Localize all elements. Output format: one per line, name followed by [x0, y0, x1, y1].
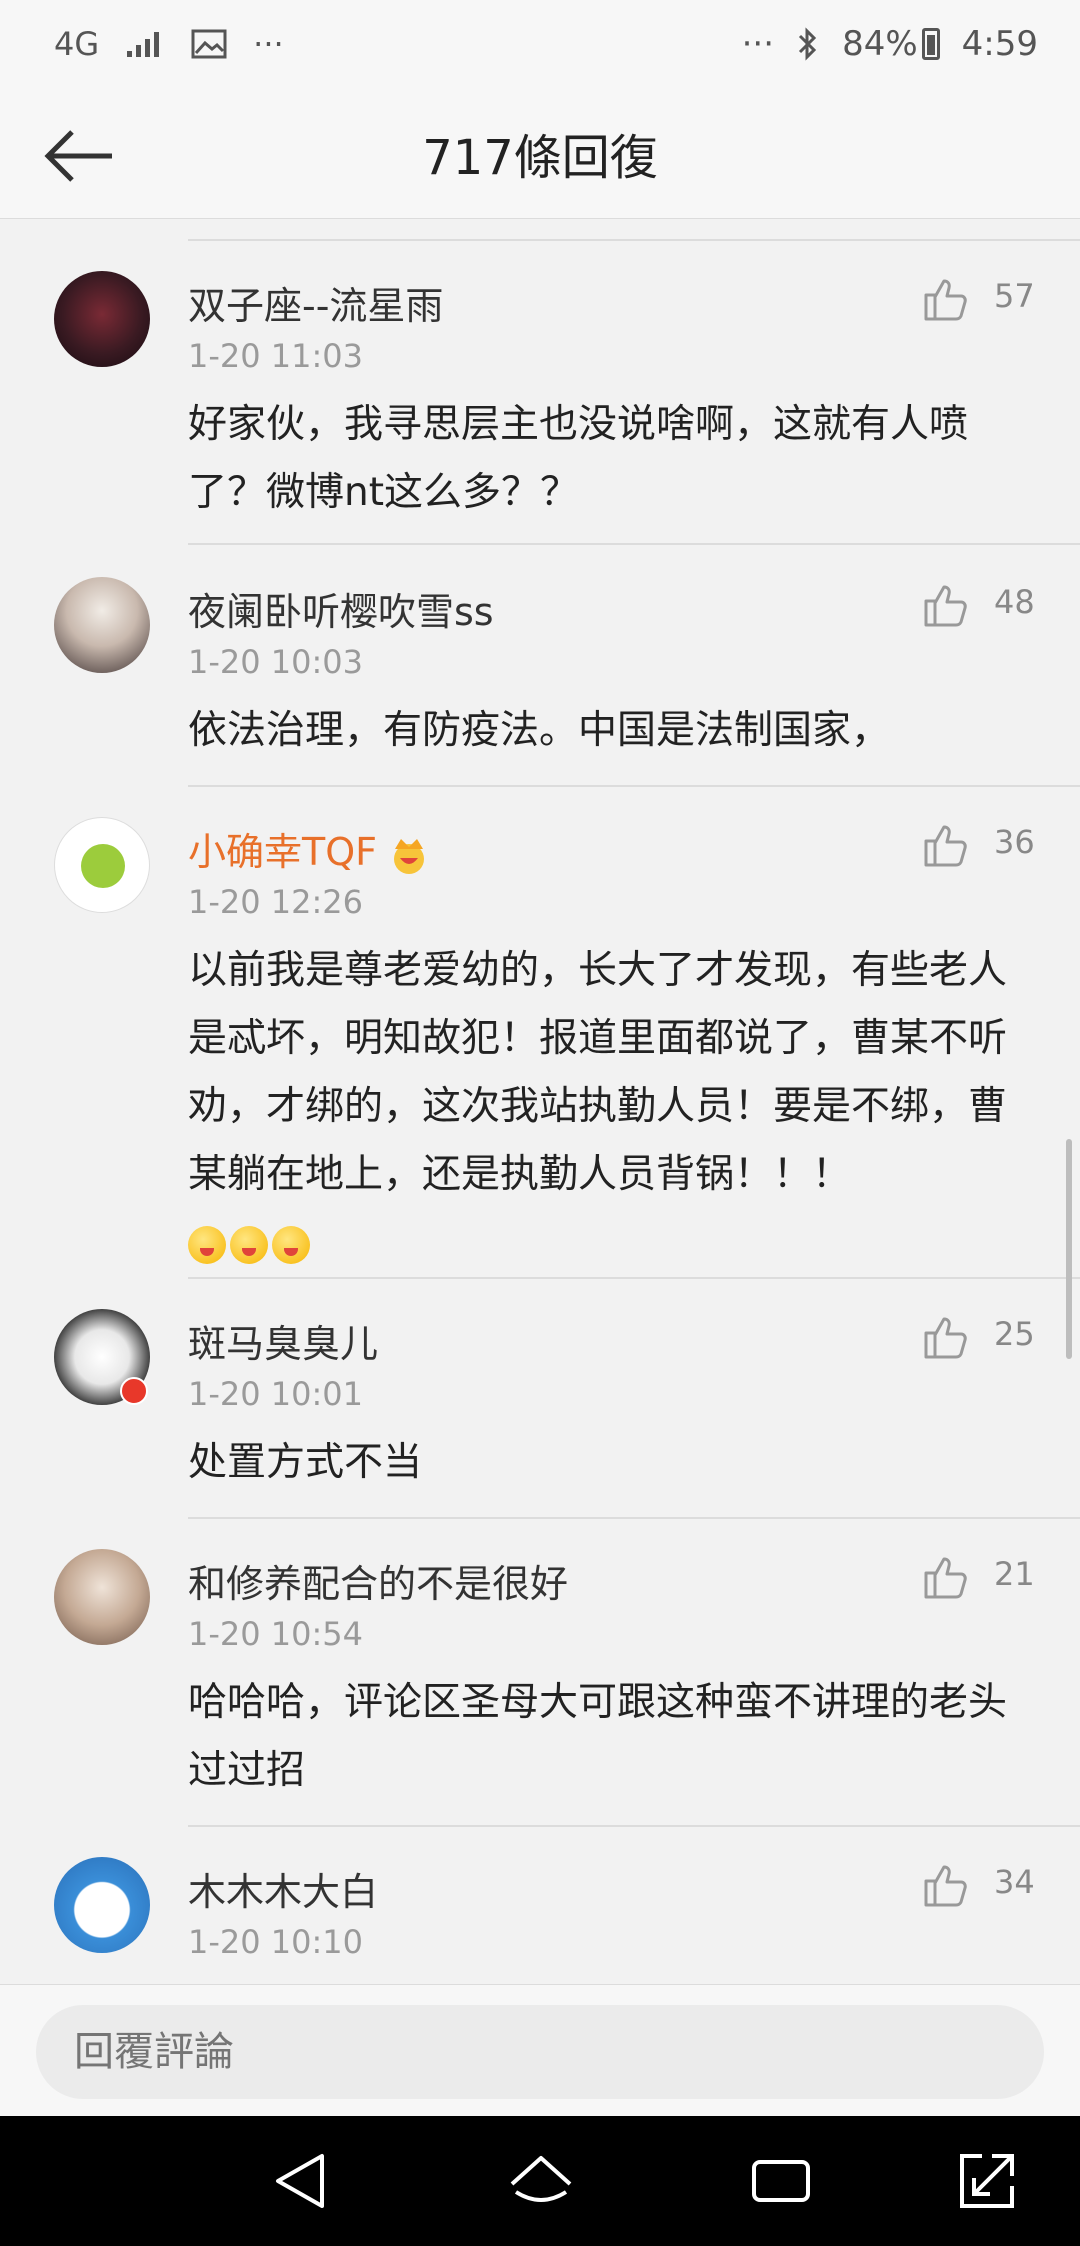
like-count: 21	[994, 1555, 1035, 1593]
comment-item: 小确幸TQF 1-20 12:26 36 以前我是尊老爱幼的，长大了才发现，有些…	[0, 787, 1080, 1279]
image-icon	[191, 29, 227, 59]
comment-content-block: 以前我是尊老爱幼的，长大了才发现，有些老人是忒坏，明知故犯！报道里面都说了，曹某…	[188, 937, 1038, 1277]
like-count: 57	[994, 277, 1035, 315]
thumbs-up-icon[interactable]	[922, 1313, 970, 1361]
avatar[interactable]	[54, 1857, 150, 1953]
page-title: 717條回復	[422, 130, 658, 186]
avatar[interactable]	[54, 271, 150, 367]
comment-item: 夜阑卧听樱吹雪ss 1-20 10:03 48 依法治理，有防疫法。中国是法制国…	[0, 547, 1080, 787]
status-bar: 4G ··· ··· 84% 4:59	[0, 0, 1080, 88]
like-count: 36	[994, 823, 1035, 861]
thumbs-up-icon[interactable]	[922, 275, 970, 323]
avatar-bird-shape	[81, 844, 125, 888]
battery-percent: 84%	[842, 24, 918, 64]
comment-list[interactable]: 双子座--流星雨 1-20 11:03 57 好家伙，我寻思层主也没说啥啊，这就…	[0, 219, 1080, 1984]
header-bar: 717條回復	[0, 88, 1080, 219]
back-triangle-icon[interactable]	[266, 2146, 336, 2216]
comment-item: 和修养配合的不是很好 1-20 10:54 21 哈哈哈，评论区圣母大可跟这种蛮…	[0, 1519, 1080, 1827]
comment-content: 以前我是尊老爱幼的，长大了才发现，有些老人是忒坏，明知故犯！报道里面都说了，曹某…	[188, 948, 1008, 1197]
emoji-yummy-icon	[272, 1225, 310, 1264]
comment-username[interactable]: 双子座--流星雨	[188, 275, 443, 330]
comment-time: 1-20 11:03	[188, 337, 364, 375]
like-count: 48	[994, 583, 1035, 621]
recents-icon[interactable]	[746, 2146, 816, 2216]
avatar[interactable]	[54, 817, 150, 913]
reply-bar	[0, 1984, 1080, 2117]
like-count: 34	[994, 1863, 1035, 1901]
comment-time: 1-20 10:10	[188, 1923, 364, 1961]
comment-username-vip[interactable]: 小确幸TQF	[188, 821, 431, 876]
emoji-yummy-icon	[188, 1225, 226, 1264]
thumbs-up-icon[interactable]	[922, 581, 970, 629]
system-nav-bar	[0, 2116, 1080, 2246]
more-notifications-indicator: ···	[253, 25, 284, 63]
scrollbar[interactable]	[1066, 1139, 1072, 1359]
comment-time: 1-20 10:54	[188, 1615, 364, 1653]
comment-item: 斑马臭臭儿 1-20 10:01 25 处置方式不当	[0, 1279, 1080, 1519]
comment-item: 木木木大白 1-20 10:10 34	[0, 1827, 1080, 1984]
thumbs-up-icon[interactable]	[922, 821, 970, 869]
comment-content: 处置方式不当	[188, 1440, 423, 1485]
clock: 4:59	[961, 24, 1038, 64]
comment-content: 哈哈哈，评论区圣母大可跟这种蛮不讲理的老头过过招	[188, 1680, 1008, 1793]
crown-badge-icon	[393, 838, 424, 874]
expand-icon[interactable]	[952, 2146, 1022, 2216]
network-type-indicator: 4G	[54, 25, 100, 63]
like-count: 25	[994, 1315, 1035, 1353]
comment-time: 1-20 12:26	[188, 883, 364, 921]
comment-username[interactable]: 斑马臭臭儿	[188, 1313, 378, 1368]
comment-username[interactable]: 木木木大白	[188, 1861, 378, 1916]
avatar[interactable]	[54, 577, 150, 673]
comment-time: 1-20 10:01	[188, 1375, 364, 1413]
comment-username[interactable]: 夜阑卧听樱吹雪ss	[188, 581, 494, 636]
comment-time: 1-20 10:03	[188, 643, 364, 681]
more-status-indicator: ···	[741, 24, 775, 64]
comment-content: 好家伙，我寻思层主也没说啥啊，这就有人喷了？微博nt这么多？？	[188, 402, 969, 515]
emoji-yummy-icon	[230, 1225, 268, 1264]
thumbs-up-icon[interactable]	[922, 1553, 970, 1601]
comment-username[interactable]: 和修养配合的不是很好	[188, 1553, 568, 1608]
verified-badge-icon	[120, 1377, 148, 1405]
home-icon[interactable]	[506, 2146, 576, 2216]
reply-input[interactable]	[36, 2005, 1044, 2099]
battery-icon	[921, 28, 940, 60]
comment-item: 双子座--流星雨 1-20 11:03 57 好家伙，我寻思层主也没说啥啊，这就…	[0, 241, 1080, 545]
vip-username-text: 小确幸TQF	[188, 830, 377, 874]
avatar[interactable]	[54, 1549, 150, 1645]
signal-icon	[127, 32, 160, 57]
thumbs-up-icon[interactable]	[922, 1861, 970, 1909]
comment-divider	[188, 543, 1080, 545]
comment-content: 依法治理，有防疫法。中国是法制国家，	[188, 708, 891, 753]
bluetooth-icon	[799, 27, 817, 61]
